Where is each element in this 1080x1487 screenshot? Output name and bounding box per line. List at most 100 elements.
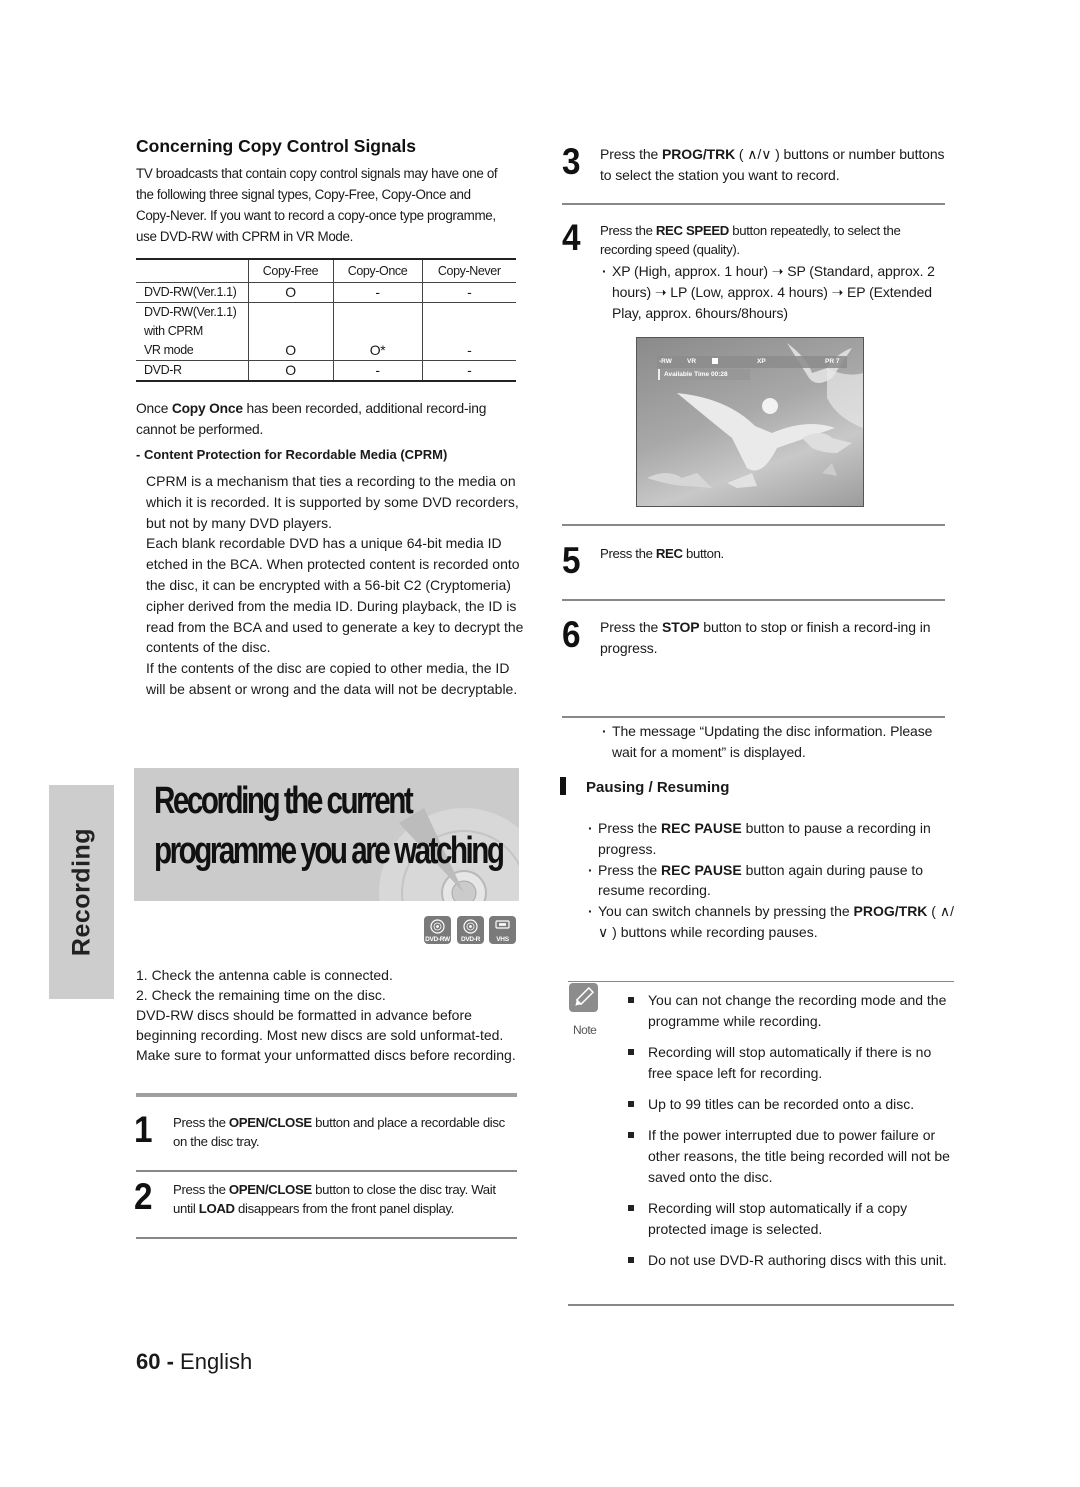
step-text: Press the PROG/TRK ( ∧/∨ ) buttons or nu… bbox=[600, 144, 950, 186]
body-text: Press the bbox=[600, 146, 663, 162]
emphasis-text: REC SPEED bbox=[655, 223, 729, 238]
step-bullet: The message “Updating the disc informati… bbox=[602, 721, 952, 763]
osd-mode: VR bbox=[687, 358, 697, 365]
table-row: DVD-RW(Ver.1.1) O - - bbox=[136, 282, 516, 303]
osd-status-bar: -RW VR XP PR 7 bbox=[657, 356, 847, 368]
square-bullet-icon bbox=[628, 1132, 634, 1139]
page-footer: 60 - English bbox=[136, 1349, 252, 1375]
divider bbox=[136, 1093, 517, 1097]
note-item: Do not use DVD-R authoring discs with th… bbox=[628, 1250, 958, 1271]
emphasis-text: PROG/TRK bbox=[662, 146, 736, 162]
step-number: 2 bbox=[134, 1176, 153, 1217]
emphasis-text: REC PAUSE bbox=[661, 861, 742, 878]
signal-cell: - bbox=[332, 360, 422, 382]
signal-cell: O bbox=[247, 302, 333, 361]
note-item: Up to 99 titles can be recorded onto a d… bbox=[628, 1094, 958, 1115]
section-title: Concerning Copy Control Signals bbox=[136, 136, 417, 156]
table-row: DVD-R O - - bbox=[136, 360, 516, 382]
signal-cell: - bbox=[332, 282, 422, 303]
media-type-line: VR mode bbox=[144, 343, 194, 357]
step-number: 6 bbox=[562, 614, 581, 655]
copy-signal-table: Copy-Free Copy-Once Copy-Never DVD-RW(Ve… bbox=[136, 258, 516, 382]
note-text: Up to 99 titles can be recorded onto a d… bbox=[648, 1096, 915, 1113]
note-text: Do not use DVD-R authoring discs with th… bbox=[648, 1252, 947, 1269]
note-item: Recording will stop automatically if a c… bbox=[628, 1198, 958, 1240]
media-label: DVD-R bbox=[460, 936, 481, 943]
media-type-cell: DVD-RW(Ver.1.1) with CPRM VR mode bbox=[136, 302, 248, 361]
language-label: English bbox=[173, 1349, 253, 1374]
heading-text: Pausing / Resuming bbox=[586, 779, 730, 796]
table-header-cell: Copy-Never bbox=[421, 258, 516, 283]
emphasis-text: PROG/TRK bbox=[853, 903, 928, 920]
pausing-item: Press the REC PAUSE button to pause a re… bbox=[588, 818, 958, 860]
step-number: 4 bbox=[562, 217, 581, 258]
vhs-cassette-icon: VHS bbox=[489, 916, 516, 944]
checklist-item: 1. Check the antenna cable is connected. bbox=[136, 967, 393, 983]
signal-cell: - bbox=[421, 302, 516, 361]
note-item: You can not change the recording mode an… bbox=[628, 990, 958, 1032]
signal-cell: O bbox=[247, 282, 333, 303]
pausing-list: Press the REC PAUSE button to pause a re… bbox=[588, 818, 958, 943]
divider bbox=[136, 1237, 517, 1239]
cprm-paragraph: Each blank recordable DVD has a unique 6… bbox=[146, 535, 524, 656]
osd-stop-icon bbox=[712, 358, 718, 364]
step-number: 3 bbox=[562, 141, 581, 182]
heading-marker-icon bbox=[560, 777, 566, 795]
emphasis-text: REC PAUSE bbox=[661, 820, 742, 836]
signal-cell: - bbox=[421, 360, 516, 382]
media-type-line: DVD-RW(Ver.1.1) bbox=[144, 285, 237, 299]
note-emphasis: Copy Once bbox=[171, 401, 243, 416]
dvd-rw-disc-icon: DVD-RW bbox=[424, 916, 451, 944]
note-item: Recording will stop automatically if the… bbox=[628, 1042, 958, 1084]
cprm-paragraph: If the contents of the disc are copied t… bbox=[146, 660, 518, 697]
divider bbox=[562, 203, 945, 205]
signal-cell: O* bbox=[332, 302, 422, 361]
step-number: 5 bbox=[562, 540, 581, 581]
body-text: disappears from the front panel display. bbox=[234, 1201, 454, 1216]
step-number: 1 bbox=[134, 1109, 153, 1150]
body-text: Press the bbox=[173, 1115, 229, 1130]
pausing-item: You can switch channels by pressing the … bbox=[588, 901, 958, 943]
divider bbox=[568, 1304, 954, 1306]
body-text: Press the bbox=[600, 619, 663, 635]
cprm-paragraph: CPRM is a mechanism that ties a recordin… bbox=[146, 473, 519, 531]
osd-screenshot: -RW VR XP PR 7 Available Time 00:28 bbox=[636, 337, 864, 507]
media-type-line: DVD-RW(Ver.1.1) bbox=[144, 305, 237, 319]
section-intro: TV broadcasts that contain copy control … bbox=[136, 166, 498, 244]
section-banner: Recording the current programme you are … bbox=[134, 768, 519, 901]
note-label: Note bbox=[573, 1023, 597, 1037]
pausing-item: Press the REC PAUSE button again during … bbox=[588, 860, 958, 902]
signal-cell: O bbox=[247, 360, 333, 382]
table-row: DVD-RW(Ver.1.1) with CPRM VR mode O O* - bbox=[136, 302, 516, 361]
divider bbox=[136, 1170, 517, 1172]
body-text: Press the bbox=[598, 820, 662, 836]
chapter-side-tab: Recording bbox=[49, 785, 114, 999]
cprm-heading: - Content Protection for Recordable Medi… bbox=[136, 447, 448, 462]
body-text: Press the bbox=[600, 223, 656, 238]
preparation-checklist: 1. Check the antenna cable is connected.… bbox=[136, 965, 521, 1065]
emphasis-text: OPEN/CLOSE bbox=[228, 1115, 312, 1130]
step-text: Press the REC button. bbox=[600, 544, 950, 563]
osd-available-time: Available Time 00:28 bbox=[658, 369, 750, 380]
body-text: Press the bbox=[600, 546, 656, 561]
emphasis-text: REC bbox=[655, 546, 683, 561]
square-bullet-icon bbox=[628, 1205, 634, 1212]
note-text: If the power interrupted due to power fa… bbox=[648, 1127, 950, 1186]
pausing-heading: Pausing / Resuming bbox=[560, 777, 729, 796]
square-bullet-icon bbox=[628, 1101, 634, 1108]
checklist-item: 2. Check the remaining time on the disc. bbox=[136, 987, 386, 1003]
media-label: DVD-RW bbox=[425, 936, 450, 943]
body-text: Press the bbox=[598, 861, 662, 878]
emphasis-text: LOAD bbox=[198, 1201, 235, 1216]
note-text: Once bbox=[136, 401, 172, 416]
emphasis-text: OPEN/CLOSE bbox=[228, 1182, 312, 1197]
dvd-r-disc-icon: DVD-R bbox=[457, 916, 484, 944]
step-bullet: XP (High, approx. 1 hour) ➝ SP (Standard… bbox=[602, 261, 957, 323]
checklist-paragraph: DVD-RW discs should be formatted in adva… bbox=[136, 1007, 516, 1063]
divider bbox=[568, 981, 954, 982]
page-number: 60 - bbox=[136, 1349, 174, 1374]
table-header-cell bbox=[136, 258, 248, 283]
chapter-tab-label: Recording bbox=[67, 827, 95, 957]
square-bullet-icon bbox=[628, 1049, 634, 1056]
divider bbox=[562, 599, 945, 601]
